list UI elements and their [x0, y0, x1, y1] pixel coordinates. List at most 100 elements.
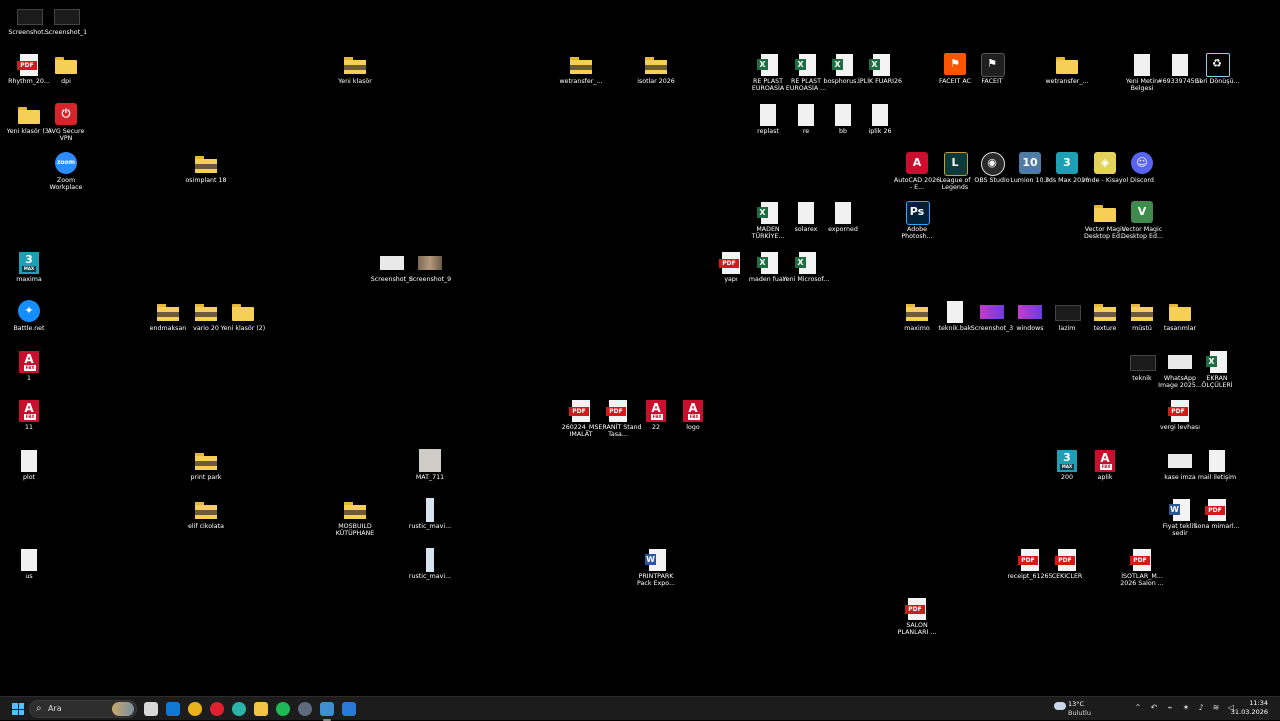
desktop-icon[interactable]: wetransfer_...: [557, 53, 605, 85]
gpu-icon[interactable]: ✶: [1181, 703, 1191, 713]
desktop-icon[interactable]: us: [5, 548, 53, 580]
back-arrow-icon[interactable]: ↶: [1149, 703, 1159, 713]
desktop-icon[interactable]: CEKICLER: [1043, 548, 1091, 580]
desktop-icon[interactable]: vergi levhası: [1156, 399, 1204, 431]
weather-widget[interactable]: 13°C Bulutlu: [1052, 698, 1112, 720]
desktop-icon[interactable]: ☺ Discord: [1118, 152, 1166, 184]
desktop-icon-label: 1: [26, 375, 31, 382]
taskbar-steam-running[interactable]: [318, 700, 336, 721]
search-box[interactable]: ⌕ Ara: [29, 700, 137, 718]
chevron-up-icon[interactable]: ⌃: [1133, 703, 1143, 713]
desktop-icon[interactable]: sona mimarl...: [1193, 498, 1241, 530]
app-glyph: ◈: [1100, 156, 1110, 169]
desktop-icon[interactable]: iplik 26: [856, 103, 904, 135]
strip-icon: [417, 498, 443, 522]
taskbar-task-view[interactable]: [142, 700, 160, 718]
taskbar-edge[interactable]: [230, 700, 248, 718]
desktop-icon-label: wetransfer_...: [559, 78, 603, 85]
search-placeholder: Ara: [48, 704, 62, 713]
xls-icon: [867, 53, 893, 77]
desktop-icon[interactable]: PRINTPARK Pack Expo...: [632, 548, 680, 588]
app-glyph: ◉: [987, 156, 997, 169]
desktop-icon[interactable]: V Vector Magic Desktop Ed...: [1118, 201, 1166, 241]
desktop-icon[interactable]: plot: [5, 449, 53, 481]
desktop-icon[interactable]: 11: [5, 399, 53, 431]
desktop-icon[interactable]: Screenshot_1: [42, 4, 90, 36]
desktop[interactable]: Screenshot...Screenshot_1Rhythm_20...dpi…: [0, 0, 1280, 696]
desktop-icon[interactable]: İPLİK FUARI26: [856, 53, 904, 85]
desktop-icon[interactable]: mail iletişim: [1193, 449, 1241, 481]
desktop-icon[interactable]: isotlar 2026: [632, 53, 680, 85]
desktop-icon[interactable]: osimplant 18: [182, 152, 230, 184]
desktop-icon-label: logo: [686, 424, 700, 431]
taskbar-steam[interactable]: [296, 700, 314, 718]
app-glyph: zoom: [57, 159, 75, 166]
purple-icon: [979, 300, 1005, 324]
desktop-icon[interactable]: ⚑ FACEIT: [968, 53, 1016, 85]
clock[interactable]: 11:34 31.03.2026: [1231, 699, 1268, 717]
desktop-icon[interactable]: ✦ Battle.net: [5, 300, 53, 332]
desktop-icon-label: Zoom Workplace: [49, 177, 83, 192]
desktop-icon[interactable]: Yeni klasör (2): [219, 300, 267, 332]
desktop-icon-label: dpi: [61, 78, 71, 85]
chrome-icon: [188, 702, 202, 716]
taskbar-pinned-app[interactable]: [340, 700, 358, 718]
desktop-icon-label: print park: [190, 474, 222, 481]
desktop-icon-label: wetransfer_...: [1045, 78, 1089, 85]
app-glyph: 3: [1063, 156, 1071, 169]
desktop-icon[interactable]: dpi: [42, 53, 90, 85]
desktop-icon[interactable]: zoom Zoom Workplace: [42, 152, 90, 192]
desktop-icon[interactable]: tasarımlar: [1156, 300, 1204, 332]
desktop-icon[interactable]: Yeni Microsof...: [782, 251, 830, 283]
desktop-icon[interactable]: elif cikolata: [182, 498, 230, 530]
desktop-icon[interactable]: logo: [669, 399, 717, 431]
desktop-icon[interactable]: MOSBUILD KÜTÜPHANE: [331, 498, 379, 538]
taskbar-outlook[interactable]: [164, 700, 182, 718]
desktop-icon[interactable]: rustic_mavi...: [406, 548, 454, 580]
taskbar-opera[interactable]: [208, 700, 226, 718]
app-glyph: L: [951, 156, 959, 169]
file-icon: [793, 201, 819, 225]
file-icon: [830, 103, 856, 127]
pdf-icon: [1129, 548, 1155, 572]
screen-icon: [1054, 300, 1081, 324]
desktop-icon[interactable]: aplik: [1081, 449, 1129, 481]
pdf-icon: [1167, 399, 1193, 423]
microphone-icon[interactable]: ♪: [1196, 703, 1206, 713]
xls-icon: [1204, 350, 1230, 374]
desktop-icon-label: vergi levhası: [1159, 424, 1201, 431]
desktop-icon[interactable]: Ps Adobe Photosh...: [893, 201, 941, 241]
desktop-icon[interactable]: ♻ Geri Dönüşü...: [1193, 53, 1241, 85]
desktop-icon[interactable]: print park: [182, 449, 230, 481]
taskbar-chrome[interactable]: [186, 700, 204, 718]
desktop-icon[interactable]: wetransfer_...: [1043, 53, 1091, 85]
desktop-icon-label: MOSBUILD KÜTÜPHANE: [335, 523, 375, 538]
desktop-icon-label: FACEIT: [981, 78, 1003, 85]
vm-app-icon: V: [1129, 201, 1155, 225]
wifi-icon[interactable]: ≋: [1211, 703, 1221, 713]
desktop-icon[interactable]: SALON PLANLARI ...: [893, 597, 941, 637]
desktop-icon[interactable]: MAT_711: [406, 449, 454, 481]
desktop-icon[interactable]: exporned: [819, 201, 867, 233]
vmde-app-icon: ◈: [1092, 152, 1118, 176]
img-icon: [379, 251, 405, 275]
desktop-icon-label: Vector Magic Desktop Ed...: [1121, 226, 1163, 241]
desktop-icon[interactable]: İSOTLAR_M... 2026 Salon ...: [1118, 548, 1166, 588]
desktop-icon[interactable]: Screenshot_9: [406, 251, 454, 283]
xls-icon: [755, 53, 781, 77]
opera-icon: [210, 702, 224, 716]
desktop-icon[interactable]: maxima: [5, 251, 53, 283]
start-button[interactable]: [9, 700, 27, 718]
desktop-icon[interactable]: rustic_mavi...: [406, 498, 454, 530]
taskbar-spotify[interactable]: [274, 700, 292, 718]
taskbar-file-explorer[interactable]: [252, 700, 270, 718]
desktop-icon-label: Discord: [1130, 177, 1154, 184]
desktop-icon[interactable]: EKRAN ÖLÇÜLERİ: [1193, 350, 1241, 390]
folderimg-icon: [1092, 300, 1118, 324]
desktop-icon[interactable]: 1: [5, 350, 53, 382]
desktop-icon[interactable]: ⏻ AVG Secure VPN: [42, 103, 90, 143]
network-icon[interactable]: ⌁: [1165, 703, 1175, 713]
avg-app-icon: ⏻: [53, 103, 79, 127]
app-glyph: Ps: [909, 205, 925, 218]
desktop-icon[interactable]: Yeni klasör: [331, 53, 379, 85]
